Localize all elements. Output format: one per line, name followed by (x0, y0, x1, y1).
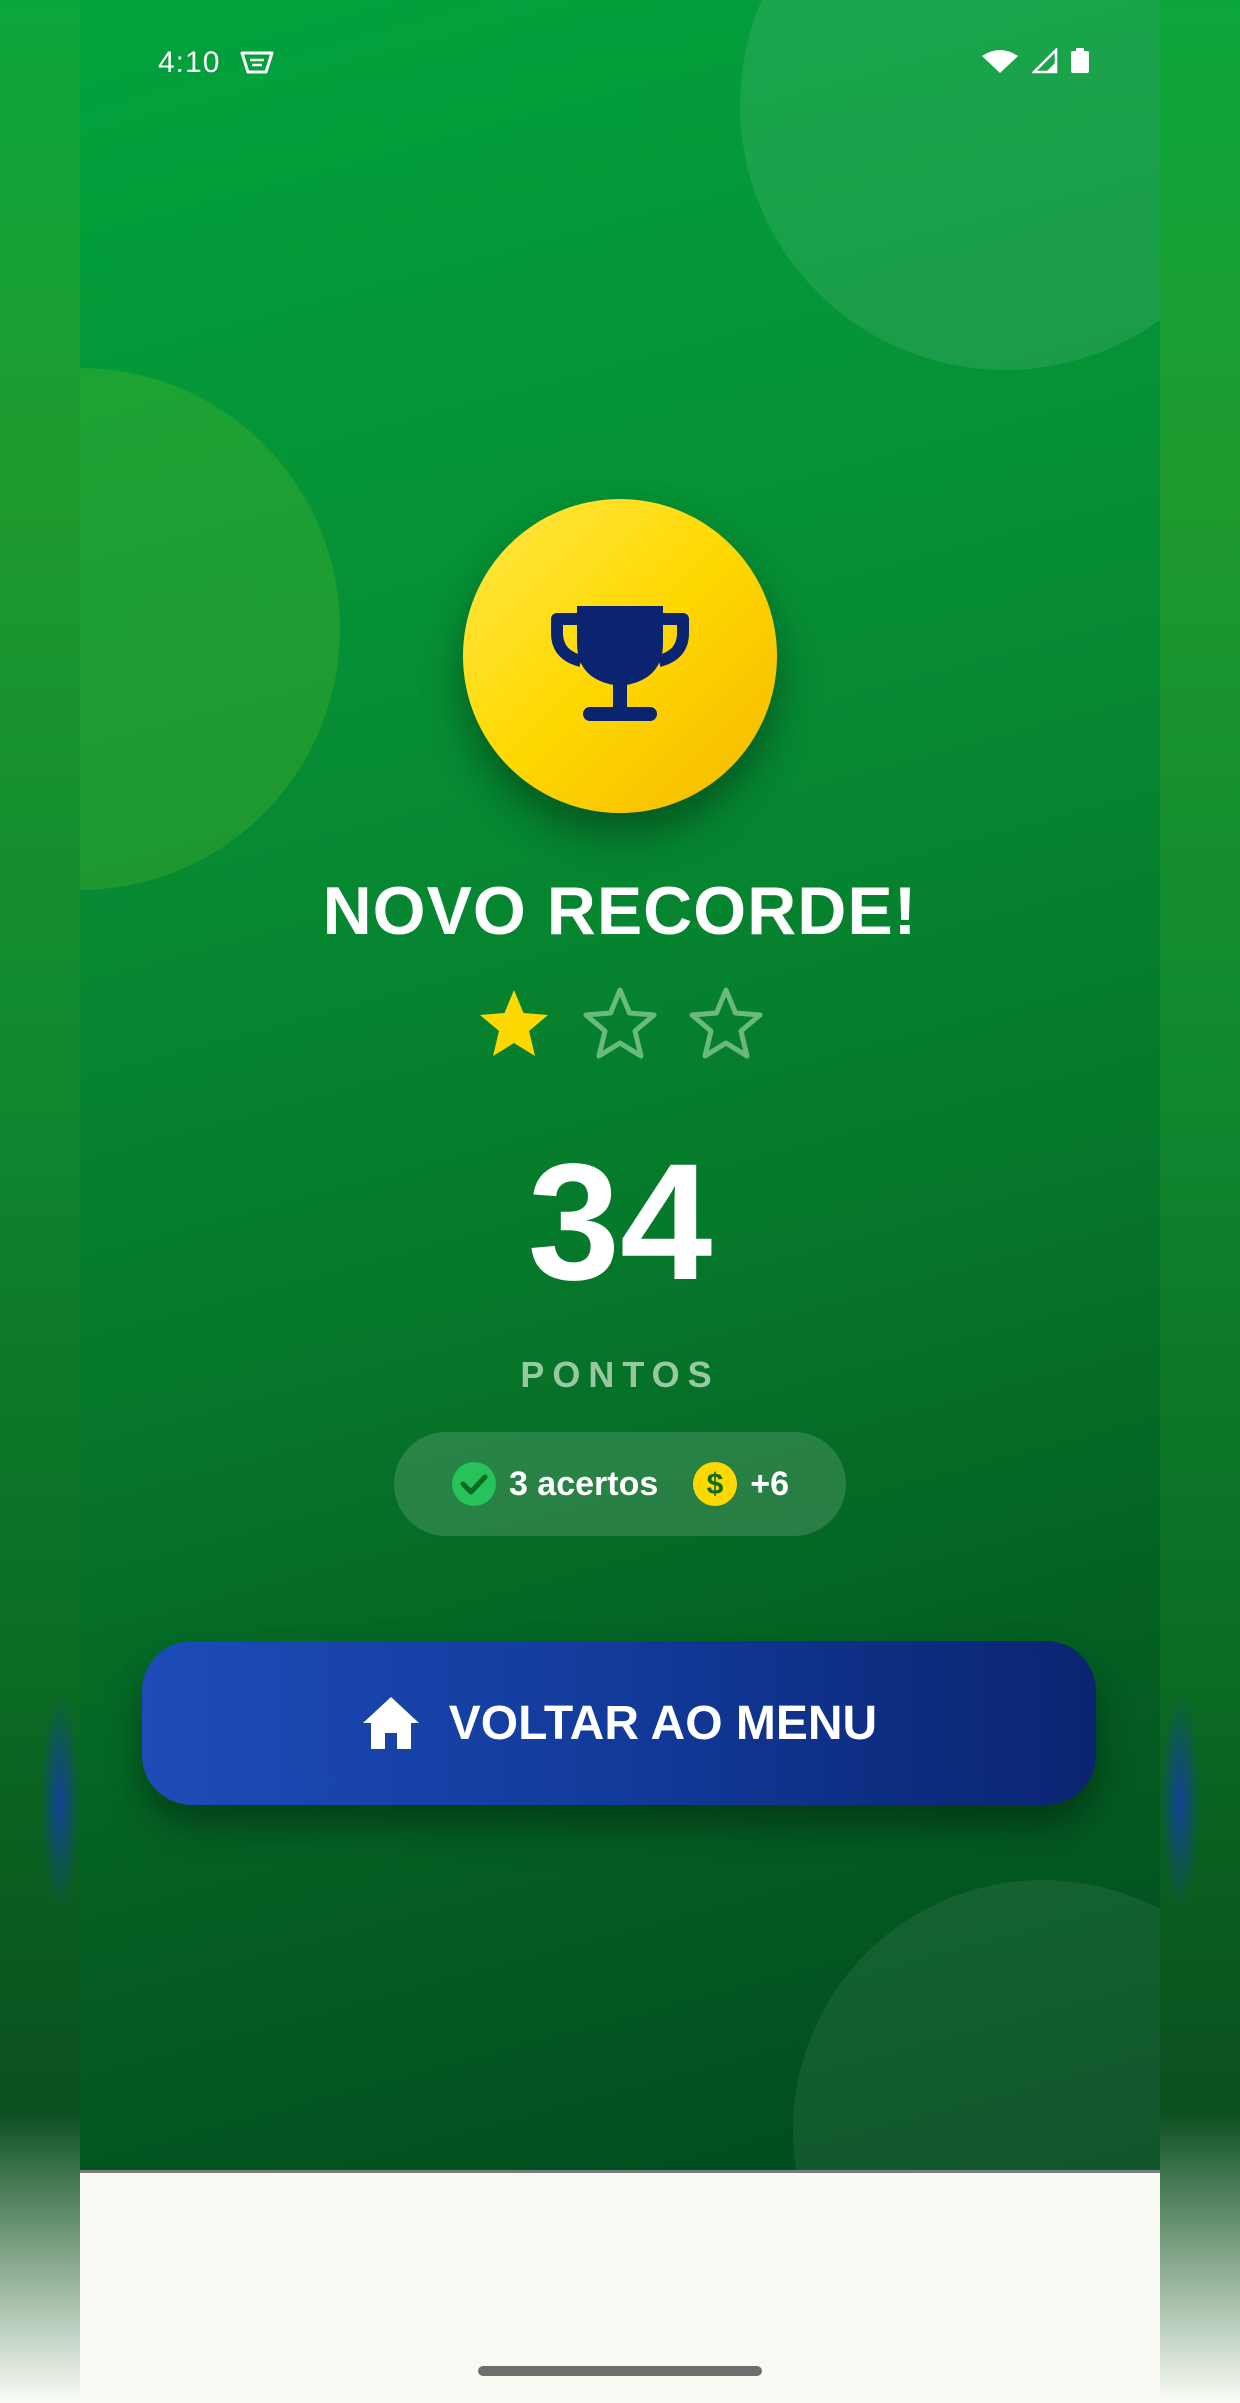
coins-stat: $ +6 (692, 1461, 789, 1507)
svg-text:$: $ (707, 1468, 724, 1501)
decor-circle-left (80, 368, 340, 890)
background-glow-right (1160, 1690, 1200, 1910)
background-side-left (0, 0, 80, 2400)
check-circle-icon (451, 1462, 496, 1506)
background-side-right (1160, 0, 1240, 2400)
background-glow-left (40, 1690, 80, 1910)
battery-icon (1071, 48, 1089, 73)
status-time: 4:10 (158, 46, 221, 79)
navigation-handle[interactable] (478, 2366, 762, 2376)
notification-icon (240, 51, 274, 74)
star-filled-icon (480, 990, 548, 1056)
result-title: NOVO RECORDE! (322, 873, 918, 949)
star-rating (80, 985, 1160, 1065)
status-bar: 4:10 (80, 40, 1160, 90)
trophy-badge (463, 499, 777, 813)
score-value: 34 (527, 1130, 713, 1315)
back-to-menu-label: VOLTAR AO MENU (448, 1696, 878, 1750)
star-empty-icon (583, 987, 657, 1059)
trophy-icon (551, 606, 689, 721)
coins-label: +6 (750, 1464, 790, 1503)
back-to-menu-button[interactable]: VOLTAR AO MENU (142, 1641, 1096, 1805)
star-empty-icon (689, 987, 763, 1059)
wifi-icon (982, 50, 1018, 73)
signal-icon (1032, 48, 1058, 74)
stats-summary: 3 acertos $ +6 (394, 1432, 846, 1536)
coin-icon: $ (693, 1462, 738, 1506)
correct-answers-label: 3 acertos (508, 1464, 659, 1503)
decor-circle-bottom-right (793, 1880, 1160, 2170)
status-icons (980, 48, 1090, 74)
home-icon (362, 1697, 419, 1749)
correct-answers-stat: 3 acertos (451, 1461, 658, 1507)
result-screen: 4:10 NOVO RECORDE! 34 PONTOS 3 acertos $… (80, 0, 1160, 2170)
score-label: PONTOS (520, 1354, 720, 1395)
